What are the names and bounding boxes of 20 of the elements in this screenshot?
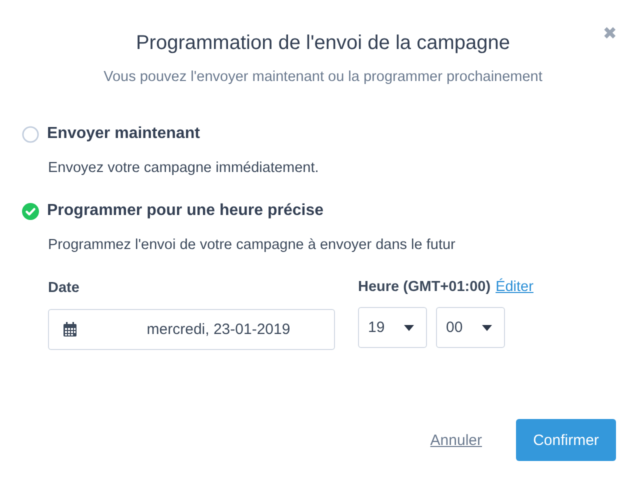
radio-button[interactable] <box>22 126 39 142</box>
hour-select[interactable]: 19 <box>358 307 427 348</box>
confirm-button[interactable]: Confirmer <box>516 419 616 461</box>
option-label: Programmer pour une heure précise <box>47 202 324 220</box>
dialog-title: Programmation de l'envoi de la campagne <box>134 32 510 55</box>
cancel-link[interactable]: Annuler <box>430 432 482 448</box>
close-button[interactable]: ✖ <box>602 24 617 44</box>
time-label: Heure (GMT+01:00) <box>358 279 491 295</box>
option-label: Envoyer maintenant <box>47 125 200 143</box>
date-field[interactable]: mercredi, 23-01-2019 <box>48 309 335 350</box>
caret-icon <box>482 324 492 330</box>
checked-radio-icon[interactable] <box>22 202 39 220</box>
option-description: Programmez l'envoi de votre campagne à envoyer dans le futur <box>48 237 456 253</box>
date-label: Date <box>48 280 80 296</box>
option-description: Envoyez votre campagne immédiatement. <box>48 160 320 176</box>
calendar-icon <box>63 322 77 337</box>
minute-select[interactable]: 00 <box>436 307 505 348</box>
caret-icon <box>404 324 414 330</box>
edit-link[interactable]: Éditer <box>496 279 534 295</box>
dialog-subtitle: Vous pouvez l'envoyer maintenant ou la programmer prochainement <box>102 69 544 85</box>
